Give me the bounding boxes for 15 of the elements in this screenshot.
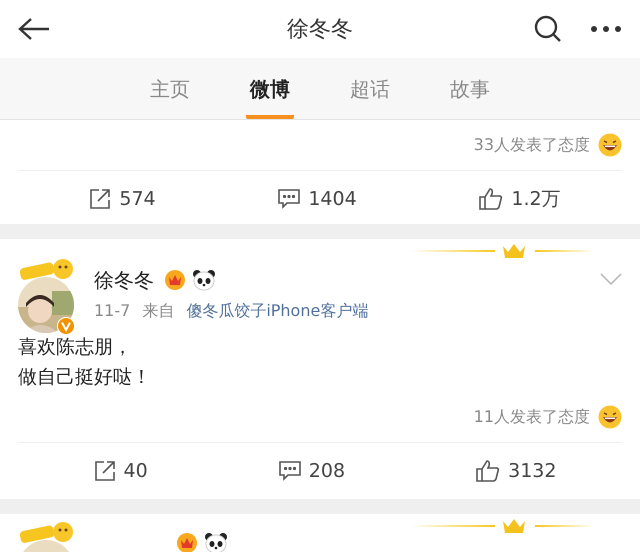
source-label: 来自 <box>142 301 174 322</box>
comment-button[interactable]: 1404 <box>278 188 357 210</box>
like-button[interactable]: 1.2万 <box>479 186 561 212</box>
reaction-summary[interactable]: 11人发表了态度 <box>474 406 590 428</box>
repost-button[interactable]: 40 <box>94 460 148 482</box>
page-title: 徐冬冬 <box>287 16 353 44</box>
author-name[interactable]: 徐冬冬 <box>94 266 154 294</box>
repost-button[interactable]: 574 <box>89 188 156 210</box>
post-text: 做自己挺好哒！ <box>18 365 152 390</box>
post-date: 11-7 <box>94 301 130 322</box>
reaction-summary[interactable]: 33人发表了态度 <box>474 134 590 156</box>
comment-button[interactable]: 208 <box>278 460 346 482</box>
post-text: 喜欢陈志朋， <box>18 335 133 360</box>
like-button[interactable]: 3132 <box>476 460 556 482</box>
source-link[interactable]: 傻冬瓜饺子iPhone客户端 <box>186 301 368 322</box>
